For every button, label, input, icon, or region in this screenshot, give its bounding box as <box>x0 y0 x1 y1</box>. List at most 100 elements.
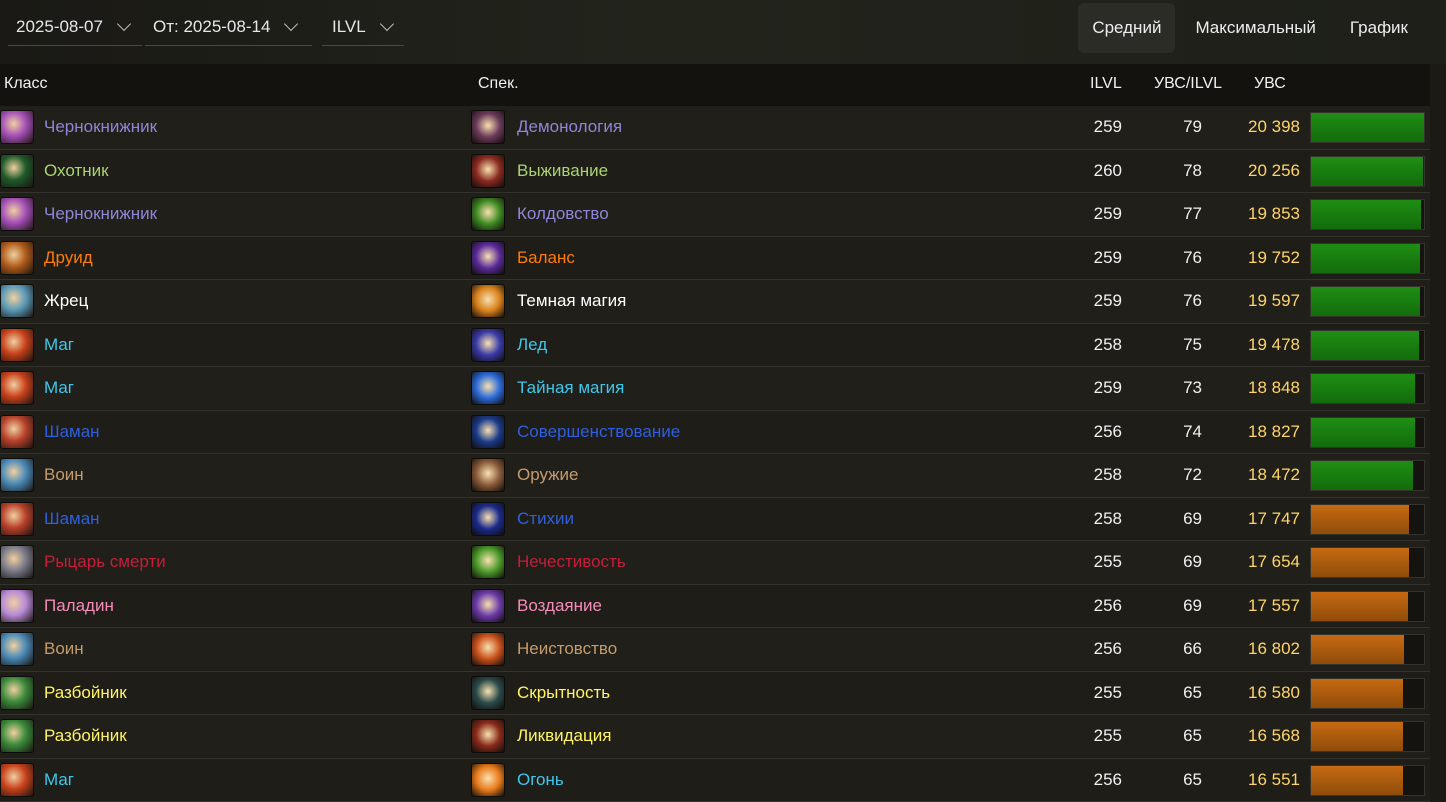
class-name[interactable]: Друид <box>44 248 93 268</box>
spec-name[interactable]: Скрытность <box>517 683 610 703</box>
dps-table: ЧернокнижникДемонология2597920 398Охотни… <box>0 106 1430 802</box>
spec-name[interactable]: Выживание <box>517 161 608 181</box>
dps-per-ilvl-value: 77 <box>1160 204 1202 224</box>
date-to-select[interactable]: От: 2025-08-14 <box>145 8 312 46</box>
spec-name[interactable]: Ликвидация <box>517 726 611 746</box>
spec-name[interactable]: Нечестивость <box>517 552 626 572</box>
class-name[interactable]: Охотник <box>44 161 109 181</box>
table-row[interactable]: ПаладинВоздаяние2566917 557 <box>0 585 1430 629</box>
class-name[interactable]: Маг <box>44 335 74 355</box>
ilvl-value: 259 <box>1080 117 1122 137</box>
tab-chart[interactable]: График <box>1336 3 1422 53</box>
dps-bar <box>1310 547 1425 578</box>
class-name[interactable]: Шаман <box>44 422 100 442</box>
table-row[interactable]: РазбойникЛиквидация2556516 568 <box>0 715 1430 759</box>
class-name[interactable]: Маг <box>44 770 74 790</box>
table-row[interactable]: РазбойникСкрытность2556516 580 <box>0 672 1430 716</box>
arcane-icon <box>471 371 505 405</box>
arms-icon <box>471 458 505 492</box>
shadow-icon <box>471 284 505 318</box>
dps-bar-fill <box>1311 374 1415 403</box>
class-name[interactable]: Чернокнижник <box>44 204 157 224</box>
class-name[interactable]: Жрец <box>44 291 88 311</box>
dps-value: 19 597 <box>1226 291 1300 311</box>
table-row[interactable]: ЧернокнижникДемонология2597920 398 <box>0 106 1430 150</box>
spec-name[interactable]: Стихии <box>517 509 574 529</box>
table-row[interactable]: МагОгонь2566516 551 <box>0 759 1430 802</box>
dps-bar-fill <box>1311 592 1408 621</box>
header-ratio[interactable]: УВС/ILVL <box>1154 75 1222 93</box>
ilvl-value: 259 <box>1080 291 1122 311</box>
header-ilvl[interactable]: ILVL <box>1090 75 1122 93</box>
table-row[interactable]: ВоинОружие2587218 472 <box>0 454 1430 498</box>
table-row[interactable]: ЧернокнижникКолдовство2597719 853 <box>0 193 1430 237</box>
class-name[interactable]: Маг <box>44 378 74 398</box>
spec-name[interactable]: Демонология <box>517 117 622 137</box>
mage-icon <box>0 328 34 362</box>
table-row[interactable]: ВоинНеистовство2566616 802 <box>0 628 1430 672</box>
table-row[interactable]: ЖрецТемная магия2597619 597 <box>0 280 1430 324</box>
class-name[interactable]: Разбойник <box>44 726 127 746</box>
dps-bar-fill <box>1311 461 1413 490</box>
ilvl-select[interactable]: ILVL <box>322 8 404 46</box>
table-row[interactable]: ОхотникВыживание2607820 256 <box>0 150 1430 194</box>
spec-name[interactable]: Темная магия <box>517 291 626 311</box>
table-row[interactable]: ДруидБаланс2597619 752 <box>0 237 1430 281</box>
class-name[interactable]: Разбойник <box>44 683 127 703</box>
spec-name[interactable]: Воздаяние <box>517 596 602 616</box>
header-class[interactable]: Класс <box>4 75 48 93</box>
header-dps[interactable]: УВС <box>1254 75 1286 93</box>
ilvl-value: 259 <box>1080 378 1122 398</box>
dps-value: 18 827 <box>1226 422 1300 442</box>
class-name[interactable]: Воин <box>44 465 84 485</box>
druid-icon <box>0 241 34 275</box>
dps-bar <box>1310 460 1425 491</box>
table-row[interactable]: МагЛед2587519 478 <box>0 324 1430 368</box>
dps-bar <box>1310 330 1425 361</box>
spec-name[interactable]: Огонь <box>517 770 564 790</box>
subtlety-icon <box>471 676 505 710</box>
date-from-select[interactable]: 2025-08-07 <box>8 8 142 46</box>
dps-bar-fill <box>1311 157 1423 186</box>
class-name[interactable]: Шаман <box>44 509 100 529</box>
table-row[interactable]: МагТайная магия2597318 848 <box>0 367 1430 411</box>
ilvl-value: 258 <box>1080 335 1122 355</box>
dps-bar-fill <box>1311 200 1421 229</box>
dps-value: 17 557 <box>1226 596 1300 616</box>
dps-value: 20 256 <box>1226 161 1300 181</box>
elemental-icon <box>471 502 505 536</box>
dps-bar-fill <box>1311 113 1424 142</box>
shaman-icon <box>0 502 34 536</box>
class-name[interactable]: Рыцарь смерти <box>44 552 166 572</box>
class-name[interactable]: Воин <box>44 639 84 659</box>
spec-name[interactable]: Неистовство <box>517 639 617 659</box>
warlock-icon <box>0 197 34 231</box>
spec-name[interactable]: Баланс <box>517 248 575 268</box>
warrior-icon <box>0 632 34 666</box>
ilvl-value: ILVL <box>332 17 366 37</box>
spec-name[interactable]: Колдовство <box>517 204 609 224</box>
spec-name[interactable]: Тайная магия <box>517 378 624 398</box>
table-row[interactable]: Рыцарь смертиНечестивость2556917 654 <box>0 541 1430 585</box>
table-row[interactable]: ШаманСтихии2586917 747 <box>0 498 1430 542</box>
dps-bar-fill <box>1311 635 1404 664</box>
dps-bar-fill <box>1311 244 1420 273</box>
dps-value: 20 398 <box>1226 117 1300 137</box>
tab-maximum[interactable]: Максимальный <box>1181 3 1329 53</box>
dps-value: 16 580 <box>1226 683 1300 703</box>
spec-name[interactable]: Лед <box>517 335 547 355</box>
dps-per-ilvl-value: 69 <box>1160 552 1202 572</box>
dps-value: 19 478 <box>1226 335 1300 355</box>
dps-bar <box>1310 199 1425 230</box>
spec-name[interactable]: Оружие <box>517 465 579 485</box>
class-name[interactable]: Паладин <box>44 596 114 616</box>
header-spec[interactable]: Спек. <box>478 75 519 93</box>
tab-average[interactable]: Средний <box>1078 3 1175 53</box>
spec-name[interactable]: Совершенствование <box>517 422 680 442</box>
class-name[interactable]: Чернокнижник <box>44 117 157 137</box>
fury-icon <box>471 632 505 666</box>
view-tabs: Средний Максимальный График <box>1078 3 1422 53</box>
dps-per-ilvl-value: 73 <box>1160 378 1202 398</box>
table-row[interactable]: ШаманСовершенствование2567418 827 <box>0 411 1430 455</box>
mage-icon <box>0 763 34 797</box>
